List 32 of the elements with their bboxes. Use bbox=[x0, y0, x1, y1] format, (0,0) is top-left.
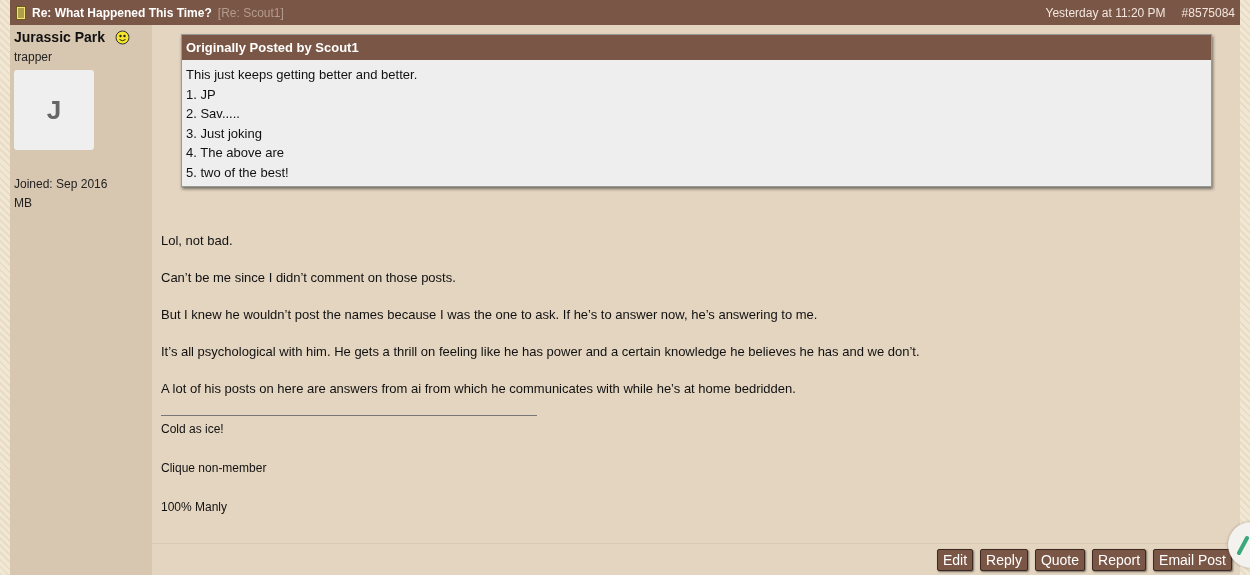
author-location: MB bbox=[14, 196, 33, 210]
quote-line: 5. two of the best! bbox=[186, 163, 290, 182]
post-paragraph: Can’t be me since I didn’t comment on those posts. bbox=[161, 269, 457, 285]
document-icon bbox=[16, 5, 26, 20]
post-paragraph: But I knew he wouldn’t post the names because I was the one to ask. If he’s to answer now, he’s answering to me. bbox=[161, 306, 819, 322]
action-button[interactable]: Edit bbox=[937, 548, 974, 571]
post-paragraph: Lol, not bad. bbox=[161, 232, 234, 248]
quote-line: 4. The above are bbox=[186, 144, 286, 163]
signature-line: Clique non-member bbox=[161, 460, 268, 475]
avatar: J bbox=[14, 70, 94, 150]
quote-heading: Originally Posted by Scout1 bbox=[182, 35, 1211, 60]
signature-line: Cold as ice! bbox=[161, 421, 225, 436]
quote-line: 1. JP bbox=[186, 85, 217, 104]
post-time: Yesterday at 11:20 PM bbox=[1045, 5, 1166, 20]
pen-icon bbox=[1237, 535, 1249, 555]
post-paragraph: It’s all psychological with him. He gets a thrill on feeling like he has power and a certain knowledge he believes he has and we don’t. bbox=[161, 343, 921, 359]
join-date: Joined: Sep 2016 bbox=[14, 177, 109, 191]
post-paragraph: A lot of his posts on here are answers from ai from which he communicates with while he’s at home bedridden. bbox=[161, 380, 797, 396]
quote-line: 3. Just joking bbox=[186, 124, 263, 143]
quote-line: This just keeps getting better and better. bbox=[186, 66, 419, 84]
action-button[interactable]: Reply bbox=[980, 548, 1028, 571]
action-button[interactable]: Quote bbox=[1034, 548, 1086, 571]
post-number[interactable]: #8575084 bbox=[1181, 5, 1235, 20]
post-title: Re: What Happened This Time? bbox=[32, 5, 212, 20]
action-button[interactable]: Report bbox=[1092, 548, 1147, 571]
author-rank: trapper bbox=[14, 50, 54, 64]
action-button[interactable]: Email Post bbox=[1153, 548, 1232, 571]
quote-line: 2. Sav..... bbox=[186, 105, 241, 124]
post-subtitle: [Re: Scout1] bbox=[217, 5, 284, 20]
smiley-icon bbox=[115, 29, 131, 45]
signature-line: 100% Manly bbox=[161, 499, 229, 514]
author-name[interactable]: Jurassic Park bbox=[14, 29, 106, 45]
